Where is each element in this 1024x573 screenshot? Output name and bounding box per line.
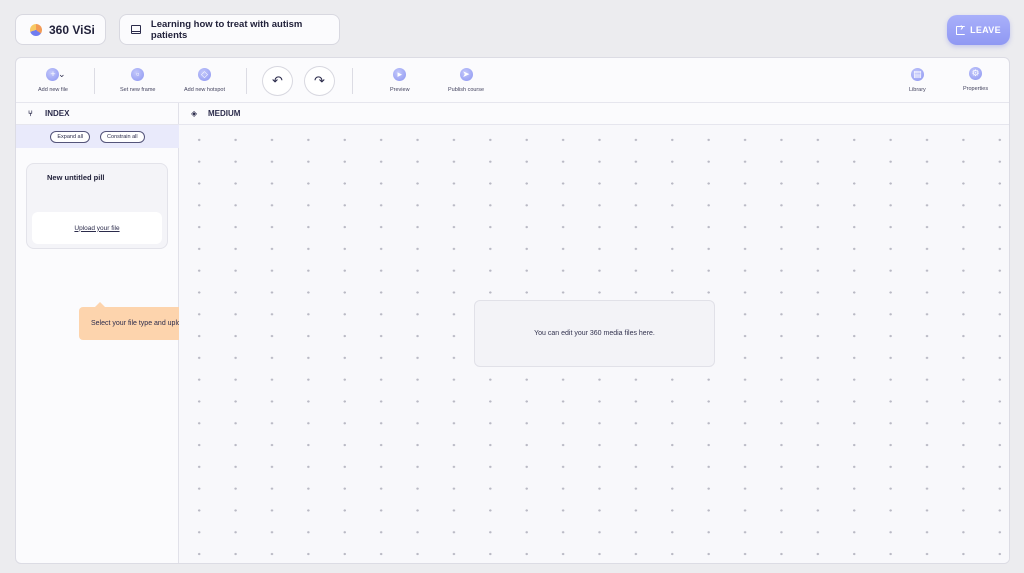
course-title: Learning how to treat with autism patien… [150,18,303,41]
redo-button[interactable]: ↷ [304,66,335,96]
logo-icon [30,23,42,36]
app-name: 360 ViSi [49,22,95,37]
undo-icon: ↶ [272,73,283,88]
index-sidebar: Expand all Constrain all New untitled pi… [16,103,238,563]
chevron-down-icon[interactable]: ⌄ [58,69,66,80]
divider [246,68,247,94]
upload-link[interactable]: Upload your file [74,225,119,232]
redo-icon: ↷ [314,73,325,88]
publish-course-button[interactable]: ➤ Publish course [448,68,484,93]
frame-icon: ▫ [131,68,145,81]
send-icon: ➤ [459,68,473,81]
library-label: Library [909,87,926,93]
preview-button[interactable]: ▸ Preview [390,68,410,93]
file-name: New untitled pill [47,173,105,182]
medium-header: ◈ MEDIUM [179,103,1009,125]
add-new-file-label: Add new file [38,87,68,93]
set-new-frame-label: Set new frame [120,87,156,93]
library-button[interactable]: ▤ Library [909,68,926,93]
add-new-hotspot-label: Add new hotspot [184,87,225,93]
upload-area[interactable]: Upload your file [32,212,162,244]
index-header: ⑂ INDEX [16,103,179,125]
preview-label: Preview [390,87,410,93]
library-icon: ▤ [910,68,924,81]
add-new-hotspot-button[interactable]: ◇ Add new hotspot [184,68,225,93]
divider [352,68,353,94]
course-title-box: Learning how to treat with autism patien… [119,14,340,45]
media-canvas[interactable]: You can edit your 360 media files here. [179,125,1009,563]
index-title: INDEX [45,109,70,118]
properties-label: Properties [963,86,989,92]
leave-button[interactable]: LEAVE [947,15,1010,45]
play-icon: ▸ [393,68,407,81]
brand-button[interactable]: 360 ViSi [15,14,106,45]
canvas-hint-text: You can edit your 360 media files here. [534,330,655,337]
exit-icon [956,22,966,35]
layers-icon: ◈ [191,108,198,118]
undo-button[interactable]: ↶ [262,66,293,96]
canvas-hint: You can edit your 360 media files here. [474,300,715,367]
expand-controls: Expand all Constrain all [16,125,179,148]
tree-icon: ⑂ [28,108,33,118]
toolbar: + Add new file ⌄ ▫ Set new frame ◇ Add n… [16,58,1009,103]
set-new-frame-button[interactable]: ▫ Set new frame [120,68,155,93]
expand-all-button[interactable]: Expand all [50,130,91,143]
gear-icon: ⚙ [969,67,983,80]
hotspot-icon: ◇ [197,68,211,81]
publish-course-label: Publish course [448,87,485,93]
file-card[interactable]: New untitled pill Upload your file [26,163,168,249]
divider [94,68,95,94]
medium-title: MEDIUM [208,109,241,118]
constrain-all-button[interactable]: Constrain all [100,130,145,143]
properties-button[interactable]: ⚙ Properties [963,67,988,92]
book-icon [131,25,141,34]
editor-panel: + Add new file ⌄ ▫ Set new frame ◇ Add n… [15,57,1010,564]
leave-label: LEAVE [970,25,1001,35]
